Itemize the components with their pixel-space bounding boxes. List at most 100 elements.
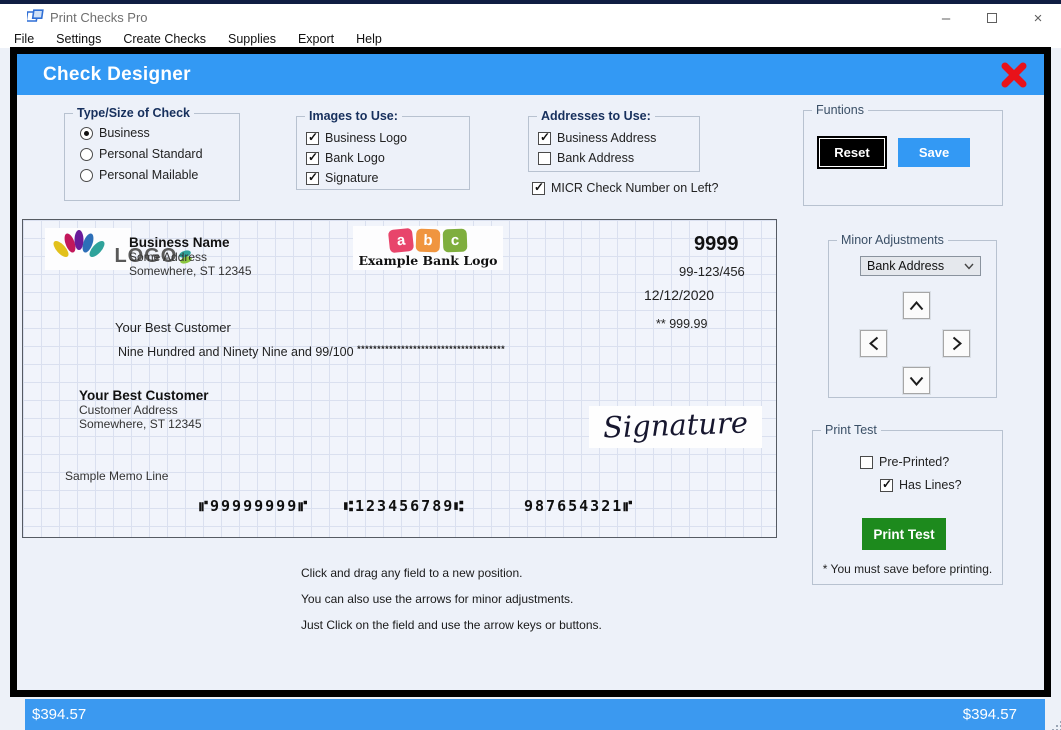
business-address-field[interactable]: Business Name Some Address Somewhere, ST… <box>129 235 252 278</box>
radio-personal-mailable[interactable]: Personal Mailable <box>80 168 198 182</box>
maximize-button[interactable] <box>969 4 1015 32</box>
move-up-button[interactable] <box>903 292 930 319</box>
window-controls: – × <box>923 4 1061 32</box>
menu-create-checks[interactable]: Create Checks <box>123 32 206 48</box>
business-logo-petals-icon <box>48 230 110 262</box>
move-left-button[interactable] <box>860 330 887 357</box>
menu-settings[interactable]: Settings <box>56 32 101 48</box>
checkbox-business-logo-label: Business Logo <box>325 131 407 145</box>
group-type-size-title: Type/Size of Check <box>73 106 194 120</box>
date-field[interactable]: 12/12/2020 <box>644 287 714 303</box>
maximize-icon <box>987 13 997 23</box>
instruction-line-2: You can also use the arrows for minor ad… <box>301 592 573 606</box>
memo-field[interactable]: Sample Memo Line <box>65 469 168 483</box>
checkbox-micr-left[interactable]: MICR Check Number on Left? <box>532 181 718 195</box>
radio-personal-mailable-label: Personal Mailable <box>99 168 198 182</box>
checkbox-has-lines-icon <box>880 479 893 492</box>
print-test-button[interactable]: Print Test <box>862 518 946 550</box>
checkbox-business-logo[interactable]: Business Logo <box>306 131 407 145</box>
menu-help[interactable]: Help <box>356 32 382 48</box>
checkbox-bank-logo-label: Bank Logo <box>325 151 385 165</box>
menu-file[interactable]: File <box>14 32 34 48</box>
dialog-close-button[interactable] <box>1000 61 1028 89</box>
radio-business-label: Business <box>99 126 150 140</box>
minimize-button[interactable]: – <box>923 4 969 32</box>
instruction-line-1: Click and drag any field to a new positi… <box>301 566 522 580</box>
dialog-title: Check Designer <box>43 54 191 95</box>
checkbox-has-lines-label: Has Lines? <box>899 478 962 492</box>
menu-export[interactable]: Export <box>298 32 334 48</box>
save-button[interactable]: Save <box>898 138 970 167</box>
radio-personal-standard[interactable]: Personal Standard <box>80 147 203 161</box>
checkbox-bank-address[interactable]: Bank Address <box>538 151 634 165</box>
field-selector-combo[interactable]: Bank Address <box>860 256 981 276</box>
checkbox-business-logo-icon <box>306 132 319 145</box>
group-minor-adjustments-title: Minor Adjustments <box>837 233 948 247</box>
checkbox-bank-logo-icon <box>306 152 319 165</box>
radio-personal-mailable-icon <box>80 169 93 182</box>
customer-address-field[interactable]: Your Best Customer Customer Address Some… <box>79 388 209 431</box>
instruction-line-3: Just Click on the field and use the arro… <box>301 618 602 632</box>
signature-field[interactable]: Signature <box>589 406 762 448</box>
checkbox-pre-printed-icon <box>860 456 873 469</box>
menu-supplies[interactable]: Supplies <box>228 32 276 48</box>
down-arrow-icon <box>909 376 924 386</box>
status-amount-right: $394.57 <box>963 706 1017 723</box>
checkbox-business-address-label: Business Address <box>557 131 656 145</box>
checkbox-micr-left-label: MICR Check Number on Left? <box>551 181 718 195</box>
bank-logo-tile-a: a <box>388 228 414 253</box>
reset-button[interactable]: Reset <box>819 138 885 167</box>
resize-grip[interactable] <box>1056 725 1058 727</box>
checkbox-business-address-icon <box>538 132 551 145</box>
business-name-text: Business Name <box>129 235 252 250</box>
dialog-header: Check Designer <box>17 54 1044 95</box>
checkbox-signature-icon <box>306 172 319 185</box>
radio-business-icon <box>80 127 93 140</box>
amount-words-fill: ************************************* <box>357 344 505 354</box>
radio-personal-standard-icon <box>80 148 93 161</box>
checkbox-pre-printed[interactable]: Pre-Printed? <box>860 455 949 469</box>
fraction-field[interactable]: 99-123/456 <box>679 264 745 279</box>
radio-business[interactable]: Business <box>80 126 150 140</box>
checkbox-bank-address-icon <box>538 152 551 165</box>
micr-check-number[interactable]: ⑈99999999⑈ <box>199 497 309 515</box>
checkbox-business-address[interactable]: Business Address <box>538 131 656 145</box>
bank-logo-tile-b: b <box>416 229 441 253</box>
menubar: File Settings Create Checks Supplies Exp… <box>0 32 1061 48</box>
group-images-title: Images to Use: <box>305 109 402 123</box>
move-down-button[interactable] <box>903 367 930 394</box>
business-address-line2: Somewhere, ST 12345 <box>129 264 252 278</box>
titlebar: Print Checks Pro – × <box>0 4 1061 32</box>
check-preview: LOGO Business Name Some Address Somewher… <box>22 219 777 538</box>
customer-name-text: Your Best Customer <box>79 388 209 403</box>
field-selector-value: Bank Address <box>867 259 944 273</box>
close-button[interactable]: × <box>1015 4 1061 32</box>
checkbox-signature[interactable]: Signature <box>306 171 379 185</box>
bank-logo-field[interactable]: a b c Example Bank Logo <box>353 226 503 270</box>
micr-routing-number[interactable]: ⑆123456789⑆ <box>344 497 465 515</box>
move-right-button[interactable] <box>943 330 970 357</box>
checkbox-pre-printed-label: Pre-Printed? <box>879 455 949 469</box>
check-designer-dialog: Check Designer Type/Size of Check Busine… <box>10 47 1051 697</box>
chevron-down-icon <box>964 263 974 270</box>
bank-logo-caption: Example Bank Logo <box>353 253 503 268</box>
payee-field[interactable]: Your Best Customer <box>115 320 231 335</box>
customer-address-line2: Somewhere, ST 12345 <box>79 417 209 431</box>
business-logo-field[interactable]: LOGO <box>45 228 131 270</box>
amount-words-field[interactable]: Nine Hundred and Ninety Nine and 99/100 … <box>118 344 505 359</box>
group-functions-title: Funtions <box>812 103 868 117</box>
bank-logo-tiles: a b c <box>353 229 503 252</box>
checkbox-micr-left-icon <box>532 182 545 195</box>
amount-field[interactable]: ** 999.99 <box>656 317 707 331</box>
business-address-line1: Some Address <box>129 250 252 264</box>
micr-account-number[interactable]: 987654321⑈ <box>524 497 634 515</box>
radio-personal-standard-label: Personal Standard <box>99 147 203 161</box>
checkbox-bank-address-label: Bank Address <box>557 151 634 165</box>
close-x-icon <box>1000 61 1028 89</box>
save-before-printing-note: * You must save before printing. <box>812 562 1003 576</box>
checkbox-bank-logo[interactable]: Bank Logo <box>306 151 385 165</box>
checkbox-has-lines[interactable]: Has Lines? <box>880 478 962 492</box>
app-icon <box>27 9 44 29</box>
checkbox-signature-label: Signature <box>325 171 379 185</box>
check-number-field[interactable]: 9999 <box>694 233 739 256</box>
